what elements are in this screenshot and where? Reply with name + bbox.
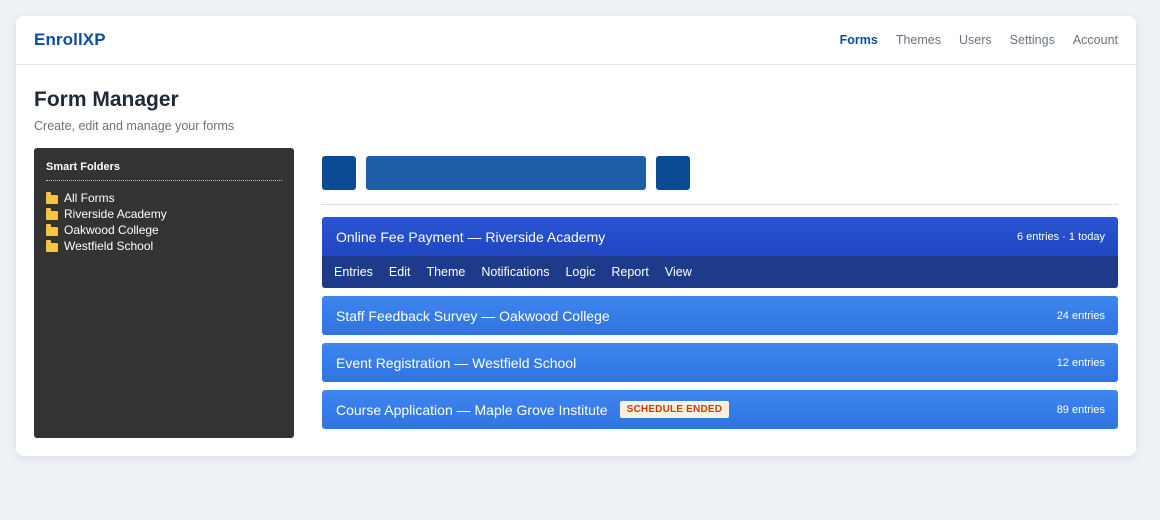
action-logic[interactable]: Logic [565, 265, 595, 279]
folder-label: All Forms [64, 191, 115, 205]
folder-icon [46, 239, 58, 252]
toolbar-divider [322, 204, 1118, 205]
status-badge: SCHEDULE ENDED [619, 401, 730, 418]
folder-label: Westfield School [64, 239, 154, 253]
search-input[interactable] [366, 156, 646, 190]
folder-riverside-academy[interactable]: Riverside Academy [46, 206, 282, 222]
form-title: Course Application — Maple Grove Institu… [336, 401, 608, 418]
brand-logo[interactable]: EnrollXP [34, 30, 106, 50]
folder-all-forms[interactable]: All Forms [46, 190, 282, 206]
folder-icon [46, 207, 58, 220]
form-title-group: Course Application — Maple Grove Institu… [336, 401, 730, 418]
form-title: Online Fee Payment — Riverside Academy [336, 228, 606, 245]
smart-folders-heading: Smart Folders [46, 161, 282, 181]
top-bar: EnrollXP Forms Themes Users Settings Acc… [16, 16, 1136, 65]
form-actions-bar: Entries Edit Theme Notifications Logic R… [322, 256, 1118, 288]
entry-count: 89 entries [1056, 403, 1105, 416]
form-row-course-application[interactable]: Course Application — Maple Grove Institu… [322, 390, 1118, 429]
action-theme[interactable]: Theme [426, 265, 465, 279]
entry-count: 6 entries · 1 today [1016, 230, 1105, 243]
page-subtitle: Create, edit and manage your forms [34, 119, 235, 133]
action-report[interactable]: Report [611, 265, 649, 279]
search-button[interactable] [656, 156, 690, 190]
app-card: EnrollXP Forms Themes Users Settings Acc… [16, 16, 1136, 456]
nav-users[interactable]: Users [959, 33, 992, 47]
action-view[interactable]: View [665, 265, 692, 279]
form-row-event-registration[interactable]: Event Registration — Westfield School 12… [322, 343, 1118, 382]
smart-folders-panel: Smart Folders All Forms Riverside Academ… [34, 148, 294, 438]
main-nav: Forms Themes Users Settings Account [840, 33, 1118, 47]
action-notifications[interactable]: Notifications [481, 265, 549, 279]
add-form-button[interactable] [322, 156, 356, 190]
folder-label: Riverside Academy [64, 207, 167, 221]
folder-westfield-school[interactable]: Westfield School [46, 238, 282, 254]
folder-label: Oakwood College [64, 223, 159, 237]
page-title: Form Manager [34, 88, 179, 111]
folder-icon [46, 191, 58, 204]
nav-forms[interactable]: Forms [840, 33, 878, 47]
action-entries[interactable]: Entries [334, 265, 373, 279]
form-list: Online Fee Payment — Riverside Academy 6… [322, 217, 1118, 437]
entry-count: 12 entries [1056, 356, 1105, 369]
folder-oakwood-college[interactable]: Oakwood College [46, 222, 282, 238]
form-title: Event Registration — Westfield School [336, 354, 577, 371]
entry-count: 24 entries [1056, 309, 1105, 322]
form-row-online-fee-payment[interactable]: Online Fee Payment — Riverside Academy 6… [322, 217, 1118, 256]
form-row-staff-feedback-survey[interactable]: Staff Feedback Survey — Oakwood College … [322, 296, 1118, 335]
action-edit[interactable]: Edit [389, 265, 411, 279]
nav-account[interactable]: Account [1073, 33, 1118, 47]
nav-themes[interactable]: Themes [896, 33, 941, 47]
nav-settings[interactable]: Settings [1010, 33, 1055, 47]
form-toolbar [322, 156, 690, 190]
folder-icon [46, 223, 58, 236]
form-title: Staff Feedback Survey — Oakwood College [336, 307, 610, 324]
